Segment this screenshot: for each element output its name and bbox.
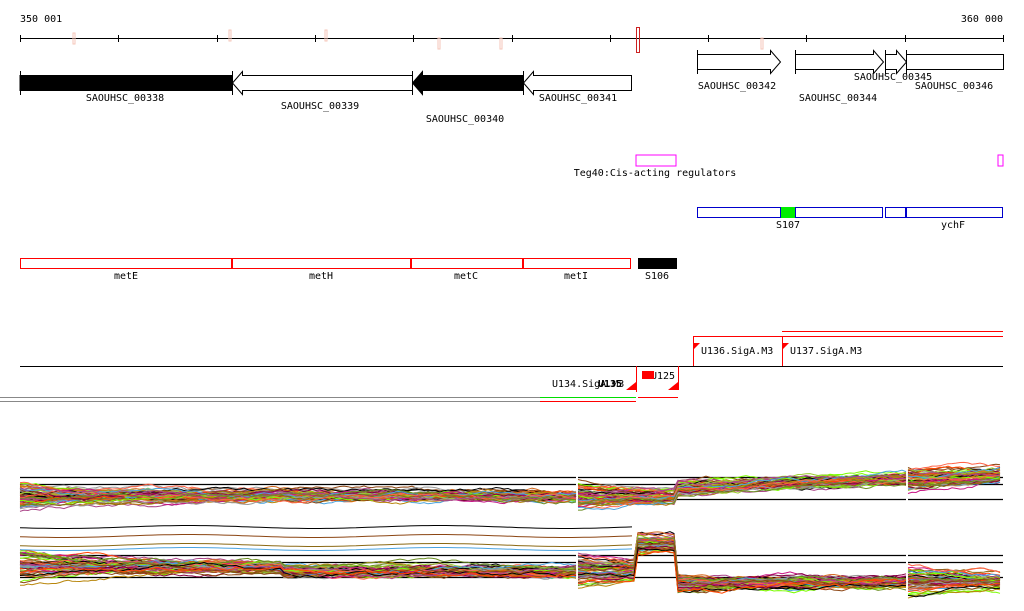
regulator-track: Teg40:Cis-acting regulators bbox=[574, 154, 1004, 179]
gene-saouhsc_00339[interactable] bbox=[231, 70, 413, 96]
expression-trace bbox=[19, 547, 633, 551]
operon-box[interactable] bbox=[885, 207, 906, 218]
gene-label[interactable]: SAOUHSC_00344 bbox=[799, 93, 877, 104]
gene-saouhsc_00346[interactable] bbox=[906, 54, 1004, 70]
blue-operon-track: S107 ychF bbox=[697, 207, 1003, 231]
operon-box-meth[interactable] bbox=[232, 258, 411, 269]
operon-box-s106[interactable] bbox=[638, 258, 677, 269]
probe-marker[interactable] bbox=[228, 29, 232, 42]
expression-trace bbox=[19, 534, 633, 538]
gene-label[interactable]: SAOUHSC_00338 bbox=[86, 93, 164, 104]
gene-saouhsc_00340[interactable] bbox=[411, 70, 524, 96]
red-operon-track: metE metH metC metI S106 bbox=[20, 258, 677, 282]
operon-highlight-s107[interactable] bbox=[781, 207, 795, 218]
expression-trace bbox=[19, 543, 633, 547]
gene-saouhsc_00341[interactable] bbox=[522, 70, 632, 96]
genome-track-canvas: 350 001 360 000 SAOUHSC_00338SAOUHSC_003… bbox=[0, 14, 1004, 599]
gene-saouhsc_00344[interactable] bbox=[795, 49, 885, 75]
gene-label[interactable]: SAOUHSC_00342 bbox=[698, 81, 776, 92]
operon-box-metc[interactable] bbox=[411, 258, 523, 269]
gene-saouhsc_00342[interactable] bbox=[697, 49, 782, 75]
operon-label-ychf: ychF bbox=[941, 220, 965, 231]
genome-browser-view: 350 001 360 000 SAOUHSC_00338 SAOUHSC_003… bbox=[0, 0, 1024, 611]
regulator-label: Teg40:Cis-acting regulators bbox=[574, 168, 737, 179]
gene-label[interactable]: SAOUHSC_00346 bbox=[915, 81, 993, 92]
gene-saouhsc_00338[interactable] bbox=[19, 75, 233, 91]
operon-label: metC bbox=[454, 271, 478, 282]
transcript-label-u137[interactable]: U137.SigA.M3 bbox=[790, 346, 862, 357]
ruler bbox=[20, 27, 1004, 53]
gene-saouhsc_00345[interactable] bbox=[885, 49, 908, 75]
probe-marker[interactable] bbox=[499, 37, 503, 50]
transcript-label-u125[interactable]: U125 bbox=[651, 371, 675, 382]
transcript-start-flag bbox=[693, 343, 700, 350]
transcript-start-flag bbox=[782, 343, 789, 350]
ruler-start-label: 350 001 bbox=[20, 14, 62, 25]
transcript-track: U136.SigA.M3 U137.SigA.M3 U134.SigA.M3 U… bbox=[0, 331, 1003, 402]
gene-label[interactable]: SAOUHSC_00339 bbox=[281, 101, 359, 112]
transcript-label-u136[interactable]: U136.SigA.M3 bbox=[701, 346, 773, 357]
operon-label: metI bbox=[564, 271, 588, 282]
regulator-feature[interactable] bbox=[997, 154, 1004, 167]
transcript-label-u135[interactable]: U135 bbox=[598, 379, 622, 390]
operon-label: metH bbox=[309, 271, 333, 282]
operon-box-mete[interactable] bbox=[20, 258, 232, 269]
expression-profiles bbox=[19, 461, 1003, 599]
operon-box[interactable] bbox=[906, 207, 1003, 218]
gene-label[interactable]: SAOUHSC_00341 bbox=[539, 93, 617, 104]
gene-label[interactable]: SAOUHSC_00340 bbox=[426, 114, 504, 125]
ruler-end-label: 360 000 bbox=[961, 14, 1003, 25]
operon-box[interactable] bbox=[795, 207, 883, 218]
operon-label-s107: S107 bbox=[776, 220, 800, 231]
probe-marker-selected[interactable] bbox=[636, 27, 640, 53]
gene-track: SAOUHSC_00338 SAOUHSC_00339 SAOUHSC_00340 S… bbox=[19, 49, 1004, 125]
regulator-feature[interactable] bbox=[635, 154, 677, 167]
operon-box[interactable] bbox=[697, 207, 781, 218]
probe-marker[interactable] bbox=[324, 29, 328, 42]
probe-marker[interactable] bbox=[437, 37, 441, 50]
operon-box-meti[interactable] bbox=[523, 258, 631, 269]
expression-trace bbox=[19, 525, 633, 529]
operon-label: S106 bbox=[645, 271, 669, 282]
probe-marker[interactable] bbox=[760, 37, 764, 50]
operon-label: metE bbox=[114, 271, 138, 282]
